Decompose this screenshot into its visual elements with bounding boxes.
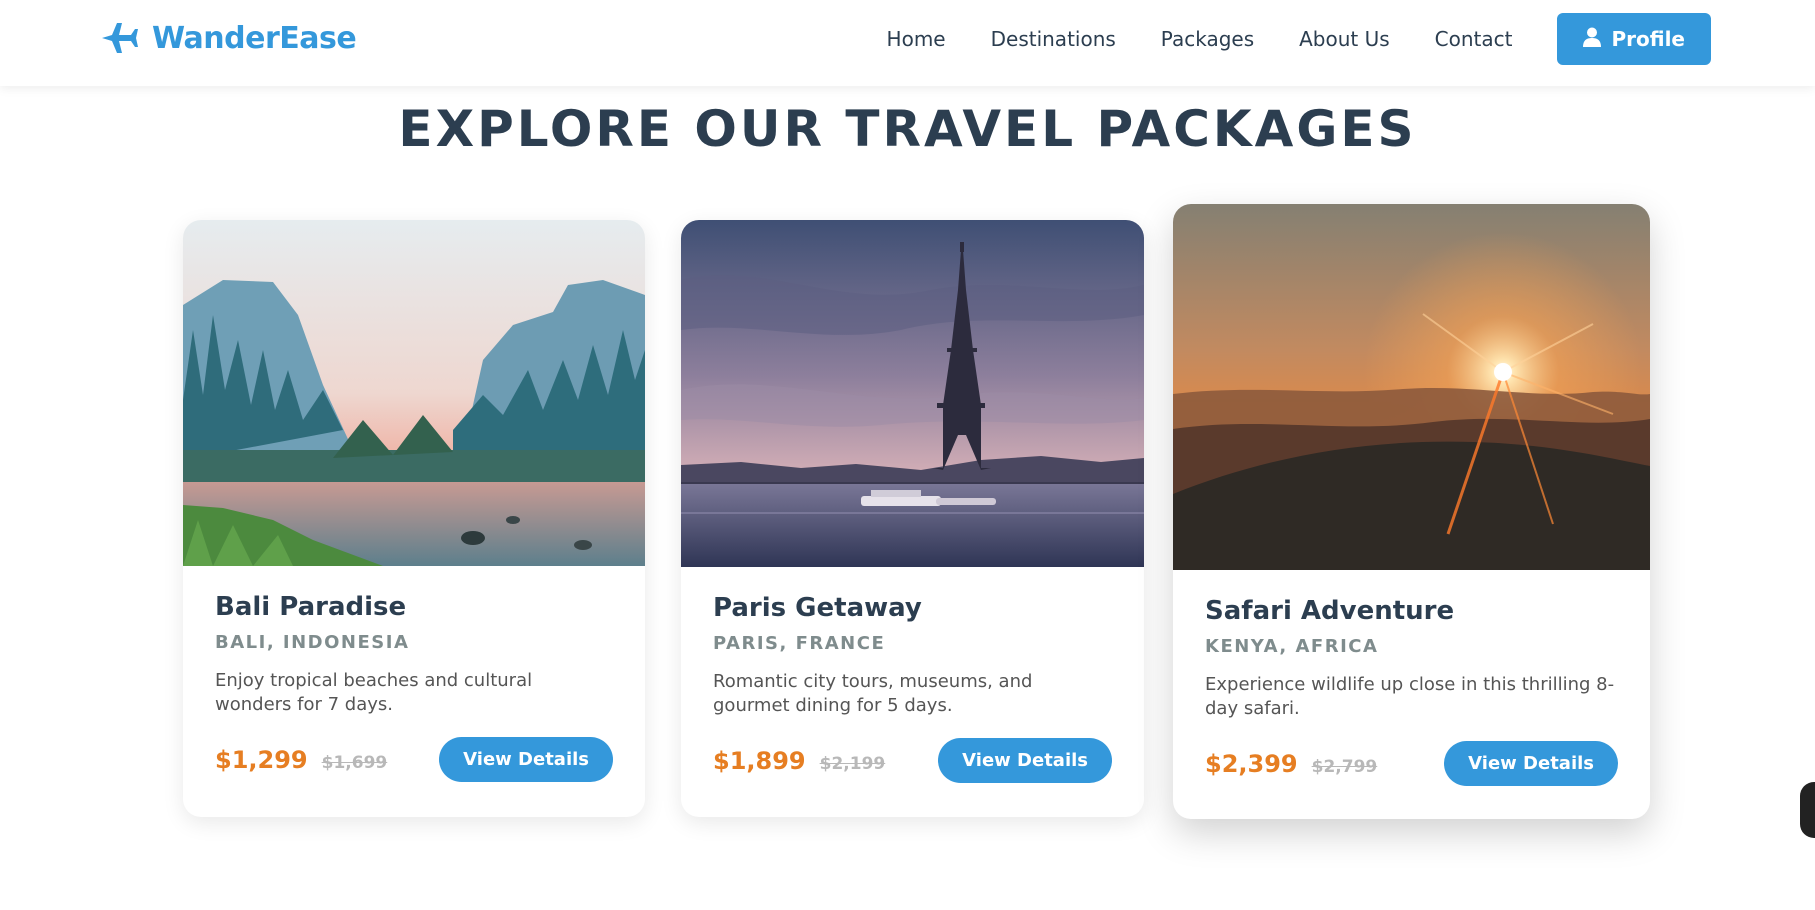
paris-image bbox=[681, 220, 1144, 567]
airplane-icon bbox=[100, 21, 138, 55]
card-body: Paris Getaway PARIS, FRANCE Romantic cit… bbox=[681, 593, 1144, 783]
price-group: $1,299 $1,699 bbox=[215, 746, 387, 774]
package-title: Bali Paradise bbox=[215, 592, 407, 622]
card-footer: $2,399 $2,799 View Details bbox=[1205, 741, 1618, 786]
nav-link-destinations[interactable]: Destinations bbox=[991, 27, 1116, 51]
profile-button[interactable]: Profile bbox=[1557, 13, 1711, 65]
nav-link-contact[interactable]: Contact bbox=[1435, 27, 1513, 51]
package-price: $2,399 bbox=[1205, 749, 1298, 778]
view-details-button[interactable]: View Details bbox=[1444, 741, 1618, 786]
package-card-paris: Paris Getaway PARIS, FRANCE Romantic cit… bbox=[681, 220, 1144, 817]
package-old-price: $2,199 bbox=[819, 753, 886, 774]
package-location: KENYA, AFRICA bbox=[1205, 636, 1379, 657]
package-description: Experience wildlife up close in this thr… bbox=[1205, 674, 1615, 719]
user-icon bbox=[1583, 27, 1602, 52]
nav-link-home[interactable]: Home bbox=[887, 27, 946, 51]
package-card-bali: Bali Paradise BALI, INDONESIA Enjoy trop… bbox=[183, 220, 645, 817]
package-price: $1,299 bbox=[215, 745, 308, 774]
view-details-button[interactable]: View Details bbox=[439, 737, 613, 782]
package-title: Safari Adventure bbox=[1205, 596, 1455, 626]
page-title: EXPLORE OUR TRAVEL PACKAGES bbox=[398, 100, 1417, 158]
package-old-price: $2,799 bbox=[1311, 756, 1378, 777]
package-description: Enjoy tropical beaches and cultural wond… bbox=[215, 670, 533, 715]
package-description: Romantic city tours, museums, and gourme… bbox=[713, 671, 1033, 716]
card-footer: $1,299 $1,699 View Details bbox=[215, 737, 613, 782]
bali-image bbox=[183, 220, 645, 566]
navbar: WanderEase Home Destinations Packages Ab… bbox=[0, 0, 1815, 86]
price-group: $1,899 $2,199 bbox=[713, 747, 885, 775]
package-location: BALI, INDONESIA bbox=[215, 632, 410, 653]
package-location: PARIS, FRANCE bbox=[713, 633, 886, 654]
package-old-price: $1,699 bbox=[321, 752, 388, 773]
chat-widget-toggle[interactable] bbox=[1800, 782, 1815, 838]
profile-label: Profile bbox=[1611, 27, 1685, 51]
package-title: Paris Getaway bbox=[713, 593, 922, 623]
safari-image bbox=[1173, 204, 1650, 570]
nav-links: Home Destinations Packages About Us Cont… bbox=[887, 13, 1711, 65]
brand-name: WanderEase bbox=[152, 20, 357, 56]
card-body: Safari Adventure KENYA, AFRICA Experienc… bbox=[1173, 596, 1650, 786]
card-body: Bali Paradise BALI, INDONESIA Enjoy trop… bbox=[183, 592, 645, 782]
card-footer: $1,899 $2,199 View Details bbox=[713, 738, 1112, 783]
nav-link-about-us[interactable]: About Us bbox=[1299, 27, 1390, 51]
view-details-button[interactable]: View Details bbox=[938, 738, 1112, 783]
package-price: $1,899 bbox=[713, 746, 806, 775]
price-group: $2,399 $2,799 bbox=[1205, 750, 1377, 778]
nav-link-packages[interactable]: Packages bbox=[1161, 27, 1254, 51]
package-card-safari: Safari Adventure KENYA, AFRICA Experienc… bbox=[1173, 204, 1650, 819]
brand-logo[interactable]: WanderEase bbox=[100, 18, 357, 58]
